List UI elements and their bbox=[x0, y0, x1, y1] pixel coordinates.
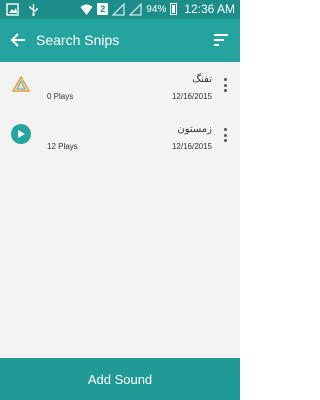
snip-name: تفنگ bbox=[192, 74, 212, 85]
arrow-left-icon bbox=[10, 33, 25, 47]
snip-date: 12/16/2015 bbox=[171, 92, 212, 101]
snip-plays: 12 Plays bbox=[47, 142, 78, 151]
clock: 12:36 AM bbox=[184, 2, 235, 16]
snip-name: زمستون bbox=[177, 124, 212, 135]
warning-triangle-icon bbox=[11, 74, 31, 94]
back-button[interactable] bbox=[9, 31, 27, 49]
more-options-button[interactable] bbox=[222, 78, 228, 92]
snip-list: تفنگ 0 Plays 12/16/2015 زمستون 12 Plays … bbox=[0, 62, 240, 358]
wifi-icon bbox=[80, 3, 93, 16]
sim-badge: 2 bbox=[97, 3, 109, 15]
snip-row[interactable]: تفنگ 0 Plays 12/16/2015 bbox=[0, 66, 240, 116]
snip-plays: 0 Plays bbox=[47, 92, 74, 101]
sort-button[interactable] bbox=[212, 31, 230, 49]
add-sound-button[interactable]: Add Sound bbox=[0, 358, 240, 400]
sort-icon bbox=[214, 34, 228, 46]
page-title: Search Snips bbox=[36, 32, 120, 48]
status-bar: 2 94% 12:36 AM bbox=[0, 0, 240, 19]
play-icon bbox=[18, 130, 25, 138]
snip-row[interactable]: زمستون 12 Plays 12/16/2015 bbox=[0, 116, 240, 166]
battery-icon bbox=[170, 3, 178, 15]
app-bar: Search Snips bbox=[0, 19, 240, 62]
usb-icon bbox=[27, 3, 40, 16]
signal-icon-2 bbox=[129, 2, 142, 16]
more-options-button[interactable] bbox=[222, 128, 228, 142]
battery-percent: 94% bbox=[146, 3, 167, 15]
signal-icon bbox=[112, 2, 125, 16]
snip-date: 12/16/2015 bbox=[171, 142, 212, 151]
play-button[interactable] bbox=[11, 124, 31, 144]
gallery-icon bbox=[6, 3, 19, 16]
